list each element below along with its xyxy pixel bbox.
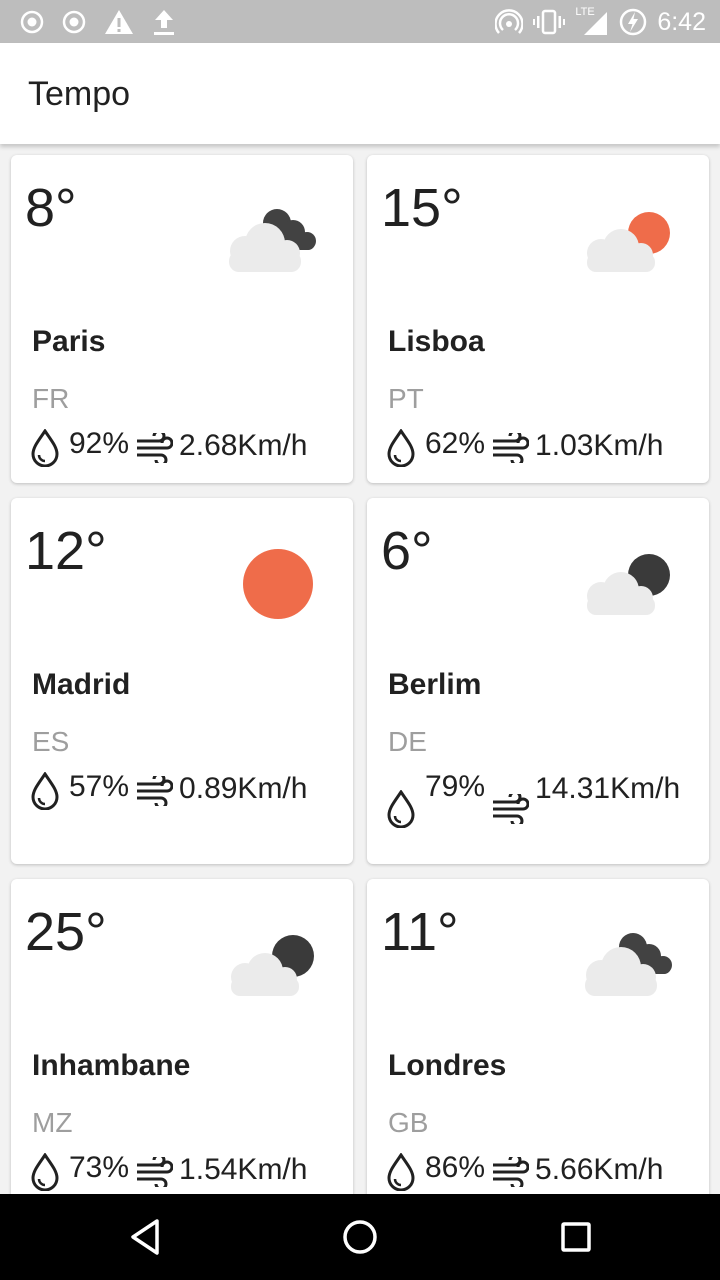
hotspot-icon bbox=[495, 9, 524, 34]
wind-speed-value: 2.68Km/h bbox=[179, 429, 308, 462]
humidity-value: 92% bbox=[69, 427, 130, 460]
partly-cloudy-night-icon bbox=[587, 554, 670, 615]
country-code: ES bbox=[32, 726, 70, 757]
weather-card-lisboa[interactable]: 15° Lisboa PT 62% 1.03Km/h bbox=[367, 155, 709, 483]
sun-icon bbox=[243, 549, 313, 619]
weather-card-madrid[interactable]: 12° Madrid ES 57% 0.89Km/h bbox=[11, 498, 353, 864]
partly-cloudy-day-icon bbox=[587, 212, 670, 272]
warning-icon bbox=[105, 10, 133, 34]
weather-metrics: 62% 1.03Km/h bbox=[386, 427, 706, 467]
temperature: 12° bbox=[25, 521, 107, 581]
status-bar-system: LTE 6:42 bbox=[495, 6, 706, 38]
back-button[interactable] bbox=[120, 1214, 170, 1260]
wind-speed-value: 0.89Km/h bbox=[179, 772, 308, 805]
upload-icon bbox=[154, 10, 174, 35]
notification-dot-icon bbox=[62, 10, 86, 34]
humidity-value: 62% bbox=[425, 427, 486, 460]
country-code: FR bbox=[32, 383, 70, 414]
city-name: Inhambane bbox=[32, 1049, 191, 1082]
cloudy-night-icon bbox=[585, 933, 672, 996]
city-name: Londres bbox=[388, 1049, 507, 1082]
wind-icon bbox=[493, 794, 530, 824]
wind-speed-value: 14.31Km/h bbox=[535, 772, 681, 805]
temperature: 8° bbox=[25, 178, 77, 238]
partly-cloudy-night-icon bbox=[231, 935, 314, 996]
weather-card-berlim[interactable]: 6° Berlim DE 79% 14.31Km/h bbox=[367, 498, 709, 864]
status-bar-notifications bbox=[20, 6, 176, 38]
country-code: DE bbox=[388, 726, 427, 757]
humidity-value: 79% bbox=[425, 770, 486, 803]
lte-signal-icon: LTE bbox=[575, 6, 609, 36]
city-name: Berlim bbox=[388, 668, 482, 701]
country-code: MZ bbox=[32, 1107, 73, 1138]
wind-icon bbox=[137, 433, 174, 463]
humidity-drop-icon bbox=[31, 1153, 59, 1191]
wind-speed-value: 1.03Km/h bbox=[535, 429, 664, 462]
status-bar: LTE 6:42 bbox=[0, 0, 720, 43]
recents-button[interactable] bbox=[551, 1214, 601, 1260]
humidity-value: 57% bbox=[69, 770, 130, 803]
notification-dot-icon bbox=[20, 10, 44, 34]
humidity-drop-icon bbox=[387, 790, 415, 828]
wind-icon bbox=[137, 776, 174, 806]
cloudy-night-icon bbox=[229, 209, 316, 272]
humidity-drop-icon bbox=[387, 1153, 415, 1191]
temperature: 15° bbox=[381, 178, 463, 238]
navigation-bar bbox=[0, 1194, 720, 1280]
home-icon bbox=[343, 1220, 377, 1254]
recents-icon bbox=[561, 1222, 591, 1252]
city-name: Madrid bbox=[32, 668, 131, 701]
city-name: Paris bbox=[32, 325, 106, 358]
temperature: 6° bbox=[381, 521, 433, 581]
page-title: Tempo bbox=[28, 75, 131, 113]
weather-metrics: 92% 2.68Km/h bbox=[30, 427, 350, 467]
wind-speed-value: 1.54Km/h bbox=[179, 1153, 308, 1186]
humidity-value: 73% bbox=[69, 1151, 130, 1184]
humidity-drop-icon bbox=[387, 429, 415, 467]
battery-charging-icon bbox=[620, 8, 647, 36]
vibrate-icon bbox=[533, 9, 566, 35]
humidity-drop-icon bbox=[31, 772, 59, 810]
temperature: 25° bbox=[25, 902, 107, 962]
app-bar: Tempo bbox=[0, 43, 720, 144]
temperature: 11° bbox=[381, 902, 459, 962]
weather-metrics: 86% 5.66Km/h bbox=[386, 1151, 706, 1191]
home-button[interactable] bbox=[335, 1214, 385, 1260]
country-code: GB bbox=[388, 1107, 429, 1138]
weather-card-paris[interactable]: 8° Paris FR 92% 2.68Km/h bbox=[11, 155, 353, 483]
wind-icon bbox=[493, 1157, 530, 1187]
status-time: 6:42 bbox=[657, 7, 706, 36]
city-name: Lisboa bbox=[388, 325, 485, 358]
weather-card-inhambane[interactable]: 25° Inhambane MZ 73% 1.54Km/h bbox=[11, 879, 353, 1194]
weather-metrics: 73% 1.54Km/h bbox=[30, 1151, 350, 1191]
weather-metrics: 79% 14.31Km/h bbox=[386, 770, 706, 828]
wind-icon bbox=[493, 433, 530, 463]
humidity-value: 86% bbox=[425, 1151, 486, 1184]
humidity-drop-icon bbox=[31, 429, 59, 467]
weather-card-londres[interactable]: 11° Londres GB 86% 5.66Km/h bbox=[367, 879, 709, 1194]
back-icon bbox=[131, 1219, 159, 1255]
wind-speed-value: 5.66Km/h bbox=[535, 1153, 664, 1186]
weather-metrics: 57% 0.89Km/h bbox=[30, 770, 350, 810]
weather-grid[interactable]: 8° Paris FR 92% 2.68Km/h 15° Lisboa PT 6… bbox=[0, 144, 720, 1194]
country-code: PT bbox=[388, 383, 424, 414]
wind-icon bbox=[137, 1157, 174, 1187]
